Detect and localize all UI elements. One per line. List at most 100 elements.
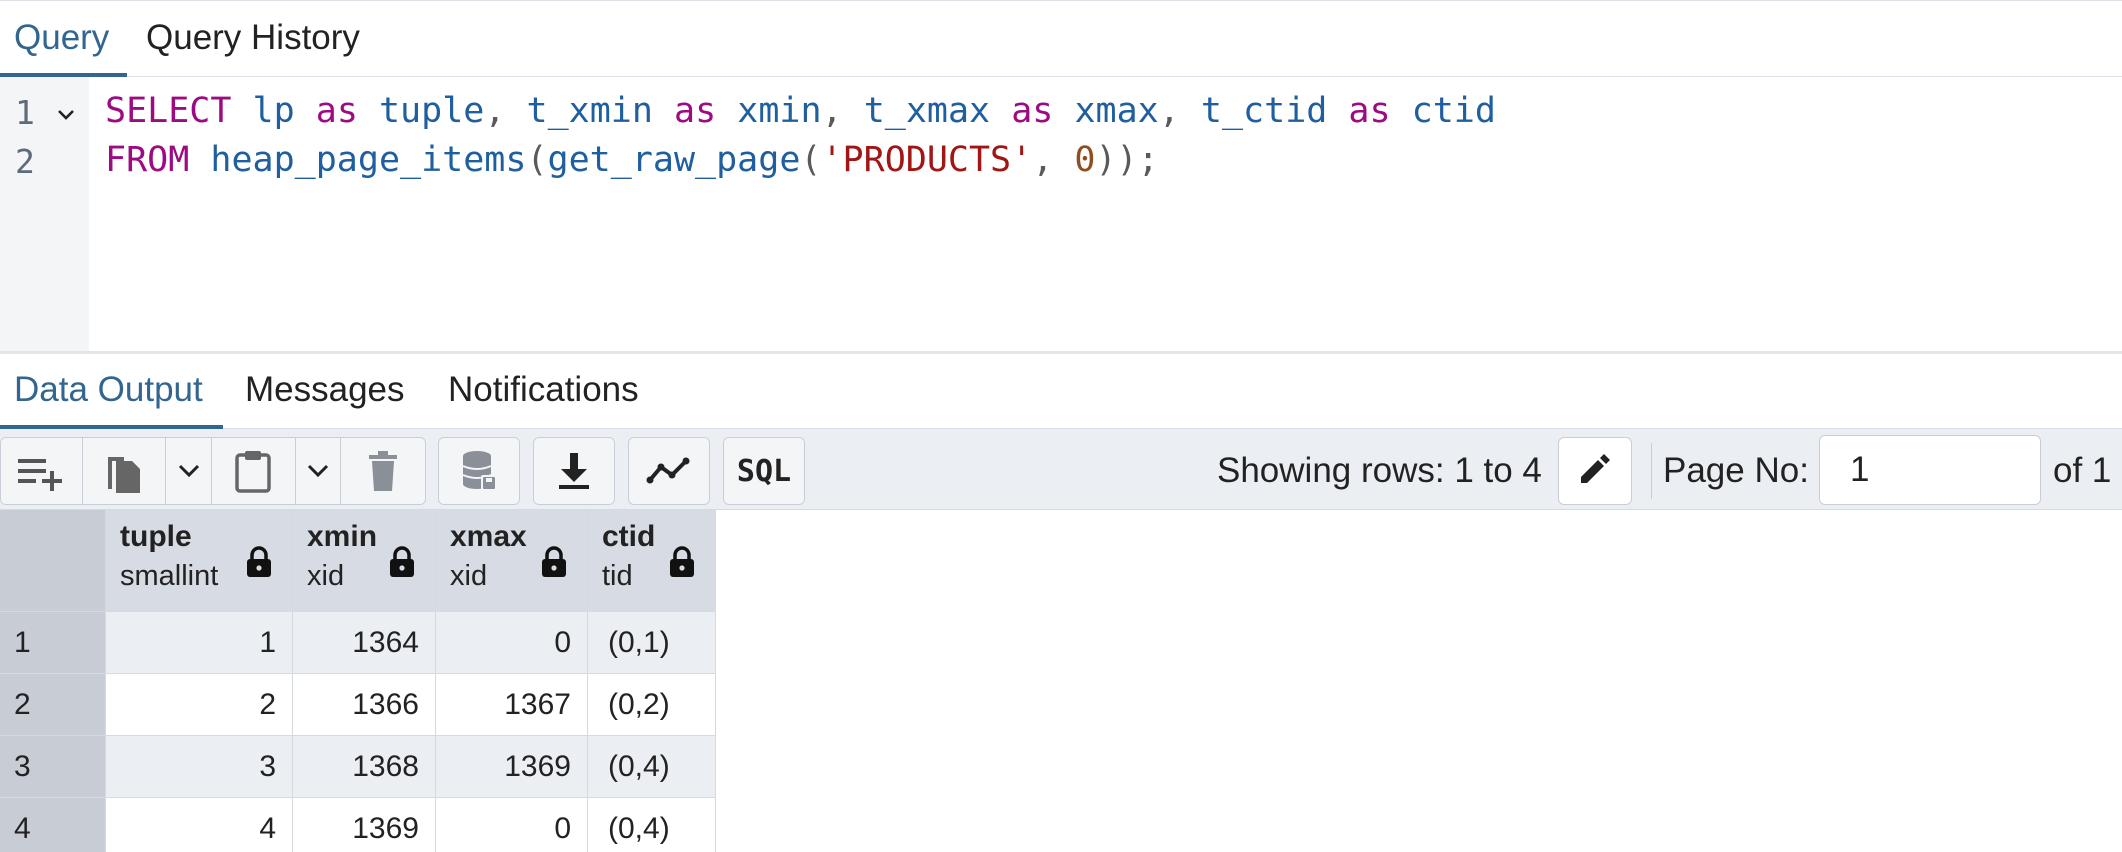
identifier: t_xmin [526,91,653,131]
delete-button[interactable] [341,438,425,504]
punctuation: ( [800,140,822,180]
row-number-label: 1 [14,626,31,659]
tab-messages[interactable]: Messages [245,354,405,428]
table-cell[interactable]: (0,1) [588,612,716,674]
sql-group: SQL [723,437,805,505]
sql-editor[interactable]: 1 2 SELECT lp as tuple, t_xmin as xmin, … [0,77,2122,351]
output-tabs: Data Output Messages Notifications [0,354,2122,429]
result-grid[interactable]: tuple smallint xmin xid xmax xid ctid ti… [0,510,716,852]
edit-button-group [0,437,426,505]
table-cell[interactable]: 4 [106,798,293,852]
database-save-icon [459,449,499,493]
punctuation: )); [1095,140,1159,180]
lock-icon [245,546,273,586]
row-number[interactable]: 2 [0,674,106,736]
cell-value: (0,4) [608,812,670,845]
table-cell[interactable]: 1369 [293,798,436,852]
cell-value: 3 [259,750,276,783]
paste-options-dropdown[interactable] [295,438,342,504]
editor-gutter: 1 2 [0,77,89,351]
edit-rows-button[interactable] [1558,437,1632,505]
keyword: as [1348,91,1391,131]
identifier: xmax [1074,91,1159,131]
keyword: as [315,91,358,131]
chevron-down-icon[interactable] [56,105,76,125]
table-cell[interactable]: (0,4) [588,736,716,798]
line-number: 2 [15,142,35,181]
keyword: as [674,91,717,131]
table-cell[interactable]: 2 [106,674,293,736]
lock-icon [668,546,696,586]
table-cell[interactable]: 1364 [293,612,436,674]
table-cell[interactable]: 1368 [293,736,436,798]
save-data-group [438,437,520,505]
download-button[interactable] [534,438,614,504]
cell-value: 2 [259,688,276,721]
tab-data-output[interactable]: Data Output [14,354,203,428]
row-number-label: 3 [14,750,31,783]
column-header-tuple[interactable]: tuple smallint [106,510,293,612]
add-row-icon [16,451,66,491]
table-cell[interactable]: 1366 [293,674,436,736]
page-count-text: of 1 [2053,451,2112,490]
column-name: xmax [450,520,527,553]
copy-button[interactable] [82,438,167,504]
column-type: smallint [120,560,219,592]
add-row-button[interactable] [1,438,83,504]
table-cell[interactable]: 3 [106,736,293,798]
table-cell[interactable]: 0 [436,798,588,852]
cell-value: 1367 [504,688,571,721]
sql-button[interactable]: SQL [724,438,804,504]
column-type: tid [602,560,633,592]
save-data-button[interactable] [439,438,519,504]
copy-options-dropdown[interactable] [166,438,212,504]
graph-group [628,437,710,505]
cell-value: 0 [554,812,571,845]
string-literal: 'PRODUCTS' [821,140,1033,180]
sql-label: SQL [736,453,792,489]
column-header-ctid[interactable]: ctid tid [588,510,716,612]
cell-value: 1 [259,626,276,659]
column-type: xid [450,560,488,592]
table-cell[interactable]: 1367 [436,674,588,736]
table-cell[interactable]: (0,4) [588,798,716,852]
table-cell[interactable]: (0,2) [588,674,716,736]
table-cell[interactable]: 0 [436,612,588,674]
cell-value: 1364 [352,626,419,659]
tab-notifications[interactable]: Notifications [448,354,639,428]
graph-visualiser-button[interactable] [629,438,709,504]
page-number-input[interactable] [1819,435,2041,505]
punctuation: ( [526,140,548,180]
identifier: tuple [378,91,485,131]
identifier: t_ctid [1200,91,1328,131]
cell-value: 1366 [352,688,419,721]
punctuation: , [1158,91,1180,131]
row-number[interactable]: 3 [0,736,106,798]
data-toolbar: SQL Showing rows: 1 to 4 Page No: of 1 [0,429,2122,510]
table-cell[interactable]: 1369 [436,736,588,798]
pencil-icon [1577,451,1613,492]
row-number[interactable]: 1 [0,612,106,674]
graph-icon [646,456,692,486]
download-group [533,437,615,505]
code-line-1[interactable]: SELECT lp as tuple, t_xmin as xmin, t_xm… [105,91,1496,131]
tab-query-history[interactable]: Query History [146,1,360,77]
column-name: tuple [120,520,192,553]
code-line-2[interactable]: FROM heap_page_items(get_raw_page('PRODU… [105,140,1159,180]
function-name: get_raw_page [547,140,801,180]
column-header-xmax[interactable]: xmax xid [436,510,588,612]
table-cell[interactable]: 1 [106,612,293,674]
row-number[interactable]: 4 [0,798,106,852]
identifier: xmin [737,91,822,131]
tab-query[interactable]: Query [14,1,109,77]
punctuation: , [1032,140,1054,180]
column-name: ctid [602,520,656,553]
identifier: lp [252,91,295,131]
cell-value: 1369 [352,812,419,845]
paste-button[interactable] [212,438,296,504]
column-header-xmin[interactable]: xmin xid [293,510,436,612]
grid-corner[interactable] [0,510,106,612]
trash-icon [367,451,399,491]
keyword: as [1011,91,1054,131]
cell-value: 4 [259,812,276,845]
